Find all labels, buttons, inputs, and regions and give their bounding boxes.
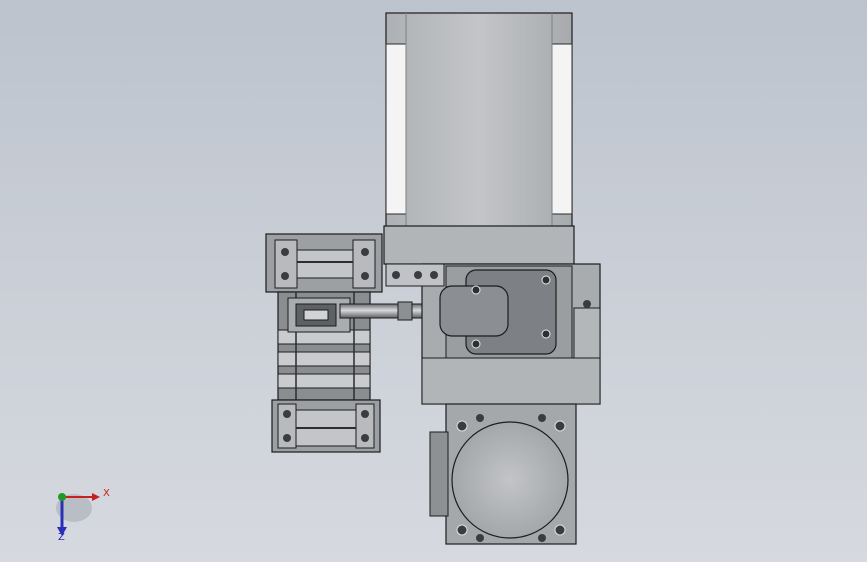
z-axis-label: Z <box>58 532 65 543</box>
assembly-model[interactable] <box>0 0 867 562</box>
cable-carrier[interactable] <box>265 233 383 453</box>
y-axis-origin <box>58 493 66 501</box>
lower-motor[interactable] <box>429 403 577 545</box>
x-axis-label: X <box>103 488 110 499</box>
cad-viewport[interactable]: X Z <box>0 0 867 562</box>
top-motor-housing[interactable] <box>383 12 575 265</box>
axis-triad <box>56 493 100 536</box>
